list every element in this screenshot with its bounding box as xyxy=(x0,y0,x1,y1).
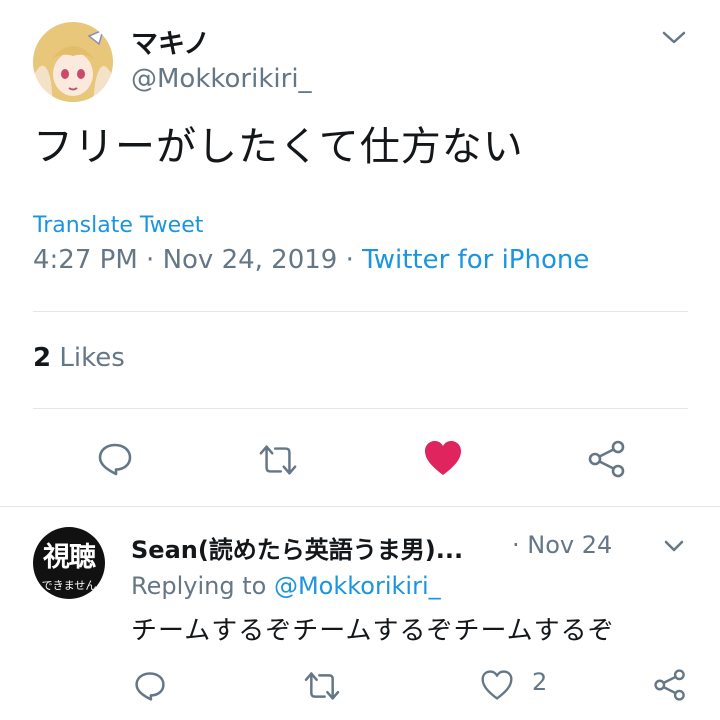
share-icon xyxy=(654,669,685,701)
reply-display-name[interactable]: Sean(読めたら英語うま男)... xyxy=(131,530,463,565)
tweet-source-link[interactable]: Twitter for iPhone xyxy=(362,245,589,275)
reply-button[interactable] xyxy=(95,439,135,479)
replying-to: Replying to @Mokkorikiri_ xyxy=(131,572,441,600)
tweet-date: Nov 24, 2019 xyxy=(162,245,338,275)
user-handle[interactable]: @Mokkorikiri_ xyxy=(131,64,312,94)
reply-icon xyxy=(135,672,165,701)
divider xyxy=(33,311,688,312)
divider xyxy=(33,408,688,409)
reply-retweet-button[interactable] xyxy=(302,666,342,706)
likes-number: 2 xyxy=(33,343,52,373)
likes-label: Likes xyxy=(59,343,125,373)
tweet-meta: 4:27 PM · Nov 24, 2019 · Twitter for iPh… xyxy=(33,245,589,275)
display-name[interactable]: マキノ xyxy=(131,22,210,61)
meta-separator: · xyxy=(146,245,155,275)
avatar[interactable] xyxy=(33,22,113,102)
reply-text: チームするぞチームするぞチームするぞ xyxy=(131,616,615,646)
retweet-button[interactable] xyxy=(258,440,298,480)
retweet-icon xyxy=(304,672,340,700)
reply-avatar[interactable]: 視聴 できません xyxy=(33,527,105,599)
chevron-down-icon[interactable] xyxy=(662,537,686,555)
like-button[interactable] xyxy=(423,438,463,478)
reply-icon xyxy=(98,443,132,476)
replying-prefix: Replying to xyxy=(131,572,267,600)
share-button[interactable] xyxy=(587,439,627,479)
reply-date[interactable]: · Nov 24 xyxy=(512,531,612,559)
chevron-down-icon[interactable] xyxy=(660,28,688,48)
retweet-icon xyxy=(259,445,297,475)
main-tweet: マキノ @Mokkorikiri_ フリーがしたくて仕方ない Translate… xyxy=(0,0,720,507)
reply-share-button[interactable] xyxy=(650,665,690,705)
heart-icon xyxy=(425,441,461,475)
avatar-text: 視聴 xyxy=(43,542,96,573)
reply-like-count: 2 xyxy=(532,668,548,696)
translate-tweet-link[interactable]: Translate Tweet xyxy=(33,213,203,238)
reply-like-button[interactable] xyxy=(477,665,517,705)
share-icon xyxy=(588,440,625,478)
meta-separator: · xyxy=(345,245,354,275)
reply-reply-button[interactable] xyxy=(130,666,170,706)
replying-mention-link[interactable]: @Mokkorikiri_ xyxy=(274,572,441,600)
tweet-text: フリーがしたくて仕方ない xyxy=(33,124,524,170)
tweet-time: 4:27 PM xyxy=(33,245,138,275)
avatar-subtext: できません xyxy=(41,579,97,592)
likes-count[interactable]: 2 Likes xyxy=(33,343,125,373)
heart-outline-icon xyxy=(481,670,513,700)
